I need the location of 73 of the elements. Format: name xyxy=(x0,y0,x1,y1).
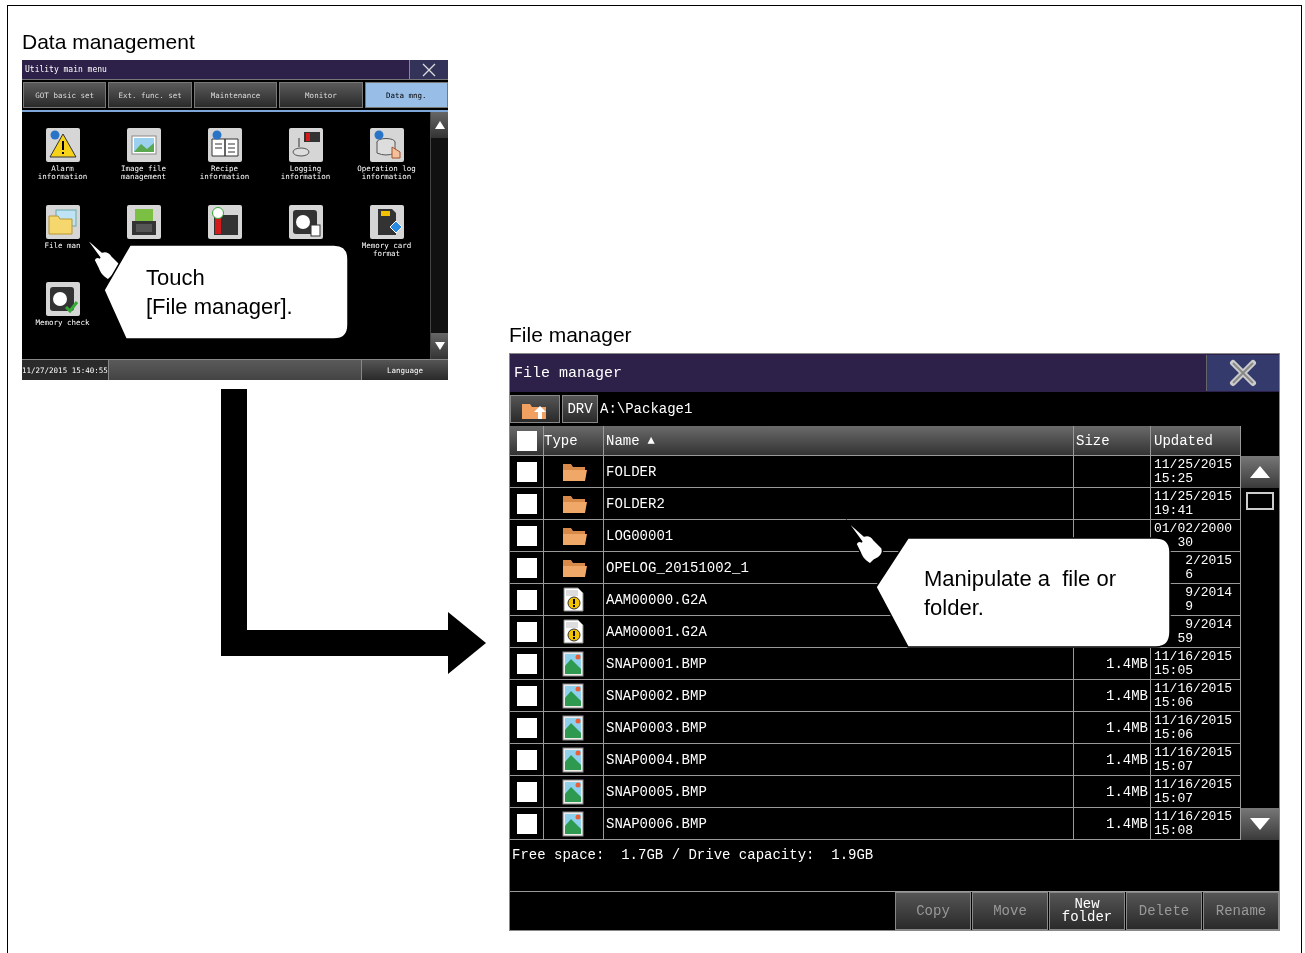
scroll-up-button[interactable] xyxy=(431,112,448,138)
figure-caption: File manager xyxy=(509,323,632,348)
row-checkbox[interactable] xyxy=(516,557,537,578)
row-checkbox[interactable] xyxy=(516,653,537,674)
folder-icon[interactable] xyxy=(45,205,80,239)
disk-check-icon[interactable] xyxy=(45,282,80,316)
row-checkbox[interactable] xyxy=(516,781,537,802)
file-size: 1.4MB xyxy=(1074,776,1151,807)
file-size: 1.4MB xyxy=(1074,744,1151,775)
updated-time: 11/16/2015 15:07 xyxy=(1151,744,1241,775)
image-file-icon xyxy=(560,682,587,709)
close-button[interactable] xyxy=(1206,355,1279,391)
row-checkbox[interactable] xyxy=(516,621,537,642)
scroll-down-button[interactable] xyxy=(1241,808,1279,840)
select-all-checkbox[interactable] xyxy=(516,430,537,451)
printer-icon[interactable] xyxy=(126,205,161,239)
file-size: 1.4MB xyxy=(1074,808,1151,839)
file-name[interactable]: SNAP0004.BMP xyxy=(604,744,1074,775)
scroll-down-button[interactable] xyxy=(431,333,448,359)
down-arrow-icon xyxy=(434,342,445,350)
row-checkbox[interactable] xyxy=(516,813,537,834)
file-name[interactable]: FOLDER xyxy=(604,456,1074,487)
image-file-icon xyxy=(560,810,587,837)
image-file-icon xyxy=(560,746,587,773)
row-checkbox[interactable] xyxy=(516,525,537,546)
parent-folder-button[interactable] xyxy=(510,395,560,423)
sort-indicator: ▲ xyxy=(647,433,655,448)
file-name[interactable]: SNAP0006.BMP xyxy=(604,808,1074,839)
updated-time: 11/16/2015 15:06 xyxy=(1151,712,1241,743)
figure-caption: Data management xyxy=(22,30,195,55)
close-button[interactable] xyxy=(409,60,448,79)
column-header[interactable]: Updated xyxy=(1151,426,1241,455)
column-header[interactable]: Name xyxy=(606,432,640,449)
file-name[interactable]: SNAP0003.BMP xyxy=(604,712,1074,743)
drive-button[interactable]: DRV xyxy=(562,395,598,423)
memory-card-icon[interactable] xyxy=(369,205,404,239)
row-checkbox[interactable] xyxy=(516,717,537,738)
updated-time: 11/25/2015 19:41 xyxy=(1151,488,1241,519)
down-arrow-icon xyxy=(1250,818,1270,830)
row-checkbox[interactable] xyxy=(516,493,537,514)
scroll-up-button[interactable] xyxy=(1241,456,1279,488)
up-arrow-icon xyxy=(1250,466,1270,478)
window-title: Utility main menu xyxy=(24,65,107,74)
column-header[interactable]: Type xyxy=(544,426,604,455)
warning-icon[interactable] xyxy=(45,128,80,162)
path-text: A:\Package1 xyxy=(600,401,693,417)
up-arrow-icon xyxy=(434,121,445,129)
alarm-file-icon xyxy=(560,618,587,645)
window-title: File manager xyxy=(513,364,623,382)
book-icon[interactable] xyxy=(207,128,242,162)
column-header[interactable]: Size xyxy=(1074,426,1151,455)
alarm-file-icon xyxy=(560,586,587,613)
file-name[interactable]: SNAP0002.BMP xyxy=(604,680,1074,711)
image-file-icon xyxy=(560,778,587,805)
file-size: 1.4MB xyxy=(1074,712,1151,743)
row-checkbox[interactable] xyxy=(516,589,537,610)
updated-time: 11/16/2015 15:06 xyxy=(1151,680,1241,711)
file-name[interactable]: FOLDER2 xyxy=(604,488,1074,519)
image-file-icon xyxy=(560,650,587,677)
scroll-thumb[interactable] xyxy=(1246,492,1274,510)
close-icon xyxy=(422,62,436,77)
action-button[interactable]: New folder xyxy=(1049,892,1125,930)
file-name[interactable]: SNAP0005.BMP xyxy=(604,776,1074,807)
file-size: 1.4MB xyxy=(1074,680,1151,711)
row-checkbox[interactable] xyxy=(516,685,537,706)
close-icon xyxy=(1229,359,1257,387)
updated-time: 11/16/2015 15:07 xyxy=(1151,776,1241,807)
drive-info: Free space: 1.7GB / Drive capacity: 1.9GB xyxy=(512,847,874,863)
row-checkbox[interactable] xyxy=(516,461,537,482)
image-file-icon xyxy=(560,714,587,741)
picture-icon[interactable] xyxy=(126,128,161,162)
clock-icon[interactable] xyxy=(207,205,242,239)
row-checkbox[interactable] xyxy=(516,749,537,770)
